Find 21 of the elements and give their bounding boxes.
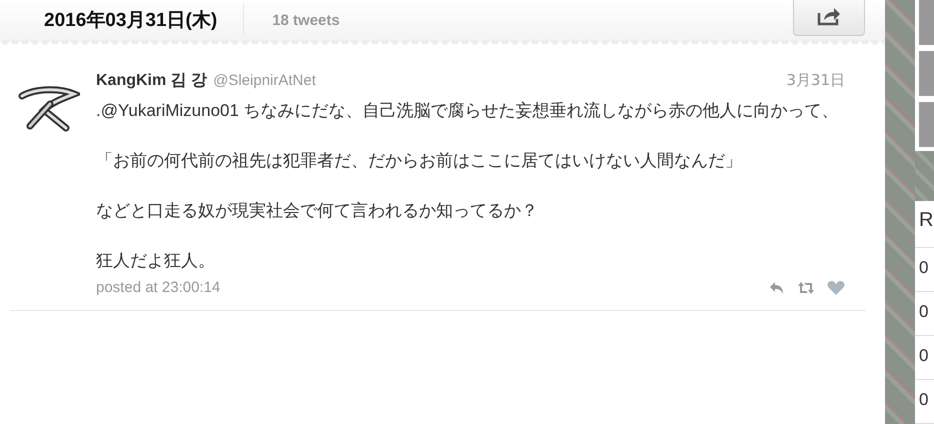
sidebar-block (919, 0, 934, 45)
posted-time: posted at 23:00:14 (96, 279, 220, 296)
card-row[interactable]: 0 (915, 248, 934, 292)
sidebar-block (919, 102, 934, 147)
tweet-text: .@YukariMizuno01 ちなみにだな、自己洗脳で腐らせた妄想垂れ流しながら赤の他人に向かって、 (96, 100, 840, 122)
tweet-text: などと口走る奴が現実社会で何て言われるか知ってるか？ (96, 200, 539, 222)
reply-icon[interactable] (769, 280, 785, 294)
heart-icon[interactable] (827, 280, 845, 296)
card-heading: R (915, 201, 934, 248)
tweet-text: 狂人だよ狂人。 (96, 250, 216, 272)
card-row[interactable]: 0 (915, 292, 934, 336)
date-title: 2016年03月31日(木) (44, 9, 218, 33)
share-icon (816, 5, 842, 27)
user-name[interactable]: KangKim 김 강 (96, 70, 208, 91)
card-row[interactable]: 0 (915, 380, 934, 424)
tweet-text: 「お前の何代前の祖先は犯罪者だ、だからお前はここに居てはいけない人間なんだ」 (96, 150, 743, 172)
share-button[interactable] (793, 0, 865, 36)
card-row[interactable]: 0 (915, 336, 934, 380)
tweet-count: 18 tweets (272, 12, 340, 28)
retweet-icon[interactable] (797, 280, 815, 294)
sidebar-block (919, 51, 934, 96)
